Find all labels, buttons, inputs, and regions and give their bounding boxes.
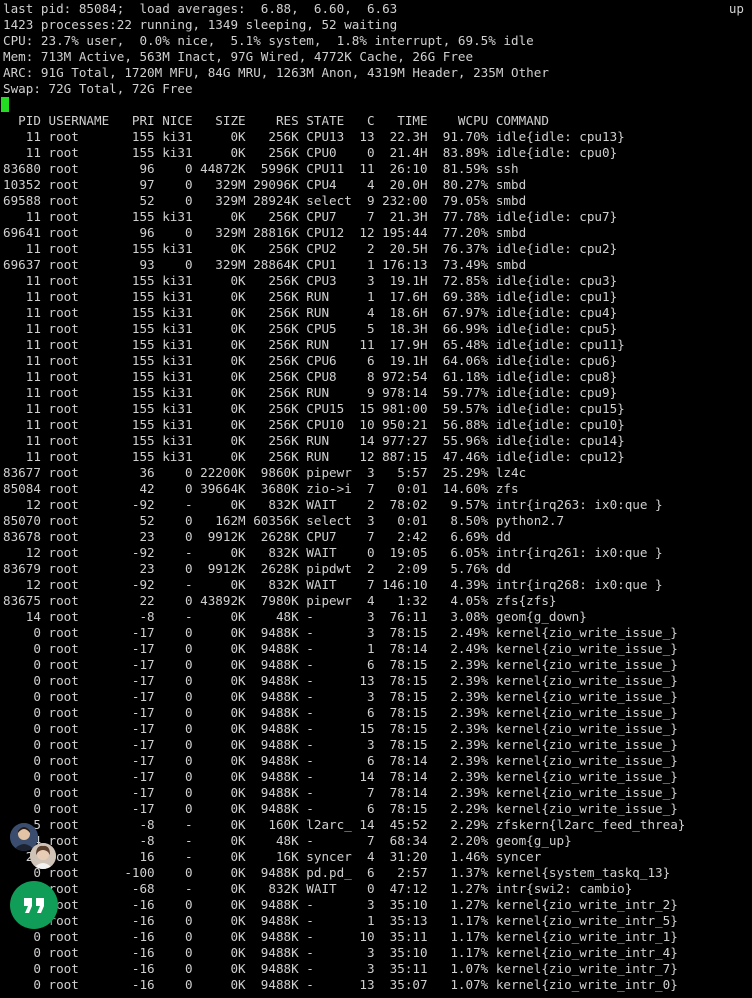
process-row: 0 root -16 0 0K 9488K - 3 35:11 1.07% ke… xyxy=(3,961,678,976)
process-row: 11 root 155 ki31 0K 256K RUN 14 977:27 5… xyxy=(3,433,625,448)
process-row: 11 root 155 ki31 0K 256K CPU10 10 950:21… xyxy=(3,417,625,432)
process-row: 0 root -17 0 0K 9488K - 13 78:15 2.39% k… xyxy=(3,673,678,688)
process-row: 69588 root 52 0 329M 28924K select 9 232… xyxy=(3,193,527,208)
process-row: 0 root -16 0 0K 9488K - 3 35:10 1.17% ke… xyxy=(3,945,678,960)
process-row: 83679 root 23 0 9912K 2628K pipdwt 2 2:0… xyxy=(3,561,511,576)
process-row: 0 root -100 0 0K 9488K pd.pd_ 6 2:57 1.3… xyxy=(3,865,671,880)
process-row: 0 root -17 0 0K 9488K - 6 78:15 2.39% ke… xyxy=(3,705,678,720)
process-row: 11 root 155 ki31 0K 256K RUN 4 18.6H 67.… xyxy=(3,305,618,320)
process-row: 12 root -92 - 0K 832K WAIT 2 78:02 9.57%… xyxy=(3,497,663,512)
process-row: 0 root -17 0 0K 9488K - 7 78:14 2.39% ke… xyxy=(3,785,678,800)
process-row: 11 root 155 ki31 0K 256K CPU5 5 18.3H 66… xyxy=(3,321,618,336)
process-row: 12 root -68 - 0K 832K WAIT 0 47:12 1.27%… xyxy=(3,881,633,896)
process-row: 69637 root 93 0 329M 28864K CPU1 1 176:1… xyxy=(3,257,527,272)
process-row: 69641 root 96 0 329M 28816K CPU12 12 195… xyxy=(3,225,527,240)
process-row: 83677 root 36 0 22200K 9860K pipewr 3 5:… xyxy=(3,465,527,480)
process-row: 10352 root 97 0 329M 29096K CPU4 4 20.0H… xyxy=(3,177,527,192)
header-line-swap: Swap: 72G Total, 72G Free xyxy=(3,81,193,96)
process-row: 4 root -8 - 0K 48K - 7 68:34 2.20% geom{… xyxy=(3,833,572,848)
process-row: 0 root -17 0 0K 9488K - 14 78:14 2.39% k… xyxy=(3,769,678,784)
process-row: 12 root -92 - 0K 832K WAIT 7 146:10 4.39… xyxy=(3,577,663,592)
process-row: 11 root 155 ki31 0K 256K CPU6 6 19.1H 64… xyxy=(3,353,618,368)
process-row: 11 root 155 ki31 0K 256K RUN 9 978:14 59… xyxy=(3,385,618,400)
process-row: 83675 root 22 0 43892K 7980K pipewr 4 1:… xyxy=(3,593,557,608)
process-row: 11 root 155 ki31 0K 256K CPU2 2 20.5H 76… xyxy=(3,241,618,256)
header-line-processes: 1423 processes:22 running, 1349 sleeping… xyxy=(3,17,398,32)
process-row: 0 root -17 0 0K 9488K - 3 78:15 2.49% ke… xyxy=(3,625,678,640)
uptime-label: up xyxy=(728,1,744,16)
process-row: 0 root -17 0 0K 9488K - 6 78:15 2.29% ke… xyxy=(3,801,678,816)
process-row: 11 root 155 ki31 0K 256K CPU7 7 21.3H 77… xyxy=(3,209,618,224)
process-row: 0 root -17 0 0K 9488K - 1 78:14 2.49% ke… xyxy=(3,641,678,656)
person-icon xyxy=(30,843,56,869)
process-row: 11 root 155 ki31 0K 256K RUN 11 17.9H 65… xyxy=(3,337,625,352)
process-row: 20 root 16 - 0K 16K syncer 4 31:20 1.46%… xyxy=(3,849,542,864)
process-row: 83678 root 23 0 9912K 2628K CPU7 7 2:42 … xyxy=(3,529,511,544)
process-row: 0 root -16 0 0K 9488K - 1 35:13 1.17% ke… xyxy=(3,913,678,928)
process-row: 85070 root 52 0 162M 60356K select 3 0:0… xyxy=(3,513,565,528)
header-line-last-pid: last pid: 85084; load averages: 6.88, 6.… xyxy=(3,1,398,16)
terminal-window[interactable]: last pid: 85084; load averages: 6.88, 6.… xyxy=(0,0,752,998)
process-row: 0 root -17 0 0K 9488K - 15 78:15 2.39% k… xyxy=(3,721,678,736)
process-row: 0 root -16 0 0K 9488K - 10 35:11 1.17% k… xyxy=(3,929,678,944)
process-row: 12 root -92 - 0K 832K WAIT 0 19:05 6.05%… xyxy=(3,545,663,560)
process-row: 0 root -17 0 0K 9488K - 3 78:15 2.39% ke… xyxy=(3,689,678,704)
process-row: 85084 root 42 0 39664K 3680K zio->i 7 0:… xyxy=(3,481,519,496)
hangouts-quote-icon xyxy=(10,881,58,929)
terminal-cursor xyxy=(1,97,9,112)
process-row: 11 root 155 ki31 0K 256K CPU3 3 19.1H 72… xyxy=(3,273,618,288)
process-row: 14 root -8 - 0K 48K - 3 76:11 3.08% geom… xyxy=(3,609,587,624)
header-line-cpu: CPU: 23.7% user, 0.0% nice, 5.1% system,… xyxy=(3,33,534,48)
header-line-arc: ARC: 91G Total, 1720M MFU, 84G MRU, 1263… xyxy=(3,65,549,80)
process-row: 0 root -17 0 0K 9488K - 3 78:15 2.39% ke… xyxy=(3,737,678,752)
process-row: 11 root 155 ki31 0K 256K CPU13 13 22.3H … xyxy=(3,129,625,144)
process-row: 0 root -16 0 0K 9488K - 3 35:10 1.27% ke… xyxy=(3,897,678,912)
process-row: 0 root -16 0 0K 9488K - 13 35:07 1.07% k… xyxy=(3,977,678,992)
table-header: PID USERNAME PRI NICE SIZE RES STATE C T… xyxy=(3,113,549,128)
process-row: 11 root 155 ki31 0K 256K RUN 12 887:15 4… xyxy=(3,449,625,464)
process-row: 83680 root 96 0 44872K 5996K CPU11 11 26… xyxy=(3,161,519,176)
process-row: 11 root 155 ki31 0K 256K RUN 1 17.6H 69.… xyxy=(3,289,618,304)
header-line-mem: Mem: 713M Active, 563M Inact, 97G Wired,… xyxy=(3,49,474,64)
process-row: 5 root -8 - 0K 160K l2arc_ 14 45:52 2.29… xyxy=(3,817,686,832)
process-row: 0 root -17 0 0K 9488K - 6 78:15 2.39% ke… xyxy=(3,657,678,672)
process-row: 11 root 155 ki31 0K 256K CPU15 15 981:00… xyxy=(3,401,625,416)
avatar[interactable] xyxy=(30,843,56,869)
process-row: 11 root 155 ki31 0K 256K CPU8 8 972:54 6… xyxy=(3,369,618,384)
process-row: 11 root 155 ki31 0K 256K CPU0 0 21.4H 83… xyxy=(3,145,618,160)
process-row: 0 root -17 0 0K 9488K - 6 78:14 2.39% ke… xyxy=(3,753,678,768)
hangouts-button[interactable] xyxy=(10,881,58,929)
